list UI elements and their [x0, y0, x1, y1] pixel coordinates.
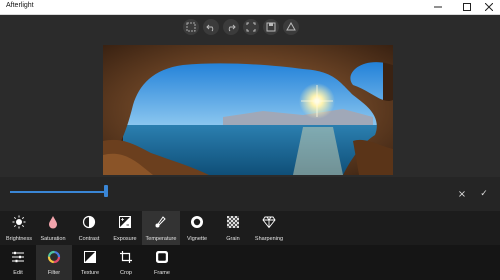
sliders-icon	[12, 251, 24, 263]
tool-label: Brightness	[6, 236, 32, 242]
tool-vignette[interactable]: Vignette	[178, 211, 216, 245]
minimize-button[interactable]	[427, 0, 449, 14]
apply-button[interactable]: ✓	[476, 186, 492, 202]
texture-icon	[84, 251, 96, 263]
category-crop[interactable]: Crop	[108, 245, 144, 280]
sun-icon	[12, 215, 26, 229]
save-button[interactable]	[263, 19, 279, 35]
tool-label: Grain	[226, 236, 240, 242]
maximize-icon	[463, 3, 471, 11]
close-icon	[485, 3, 493, 11]
tool-grain[interactable]: Grain	[214, 211, 252, 245]
category-label: Texture	[80, 270, 100, 276]
fullscreen-icon	[246, 22, 256, 32]
tool-contrast[interactable]: Contrast	[70, 211, 108, 245]
slider-track[interactable]	[10, 191, 106, 193]
cancel-button[interactable]: ×	[454, 186, 470, 202]
tool-label: Exposure	[113, 236, 137, 242]
undo-icon	[206, 24, 214, 32]
category-texture[interactable]: Texture	[72, 245, 108, 280]
category-filter[interactable]: Filter	[36, 245, 72, 280]
close-button[interactable]	[478, 0, 500, 14]
tool-brightness[interactable]: Brightness	[0, 211, 38, 245]
frame-toggle-icon	[186, 22, 196, 32]
tool-label: Temperature	[145, 236, 177, 242]
minimize-icon	[434, 6, 442, 8]
grain-icon	[227, 216, 239, 228]
slider-thumb[interactable]	[104, 185, 108, 197]
filter-ring-icon	[47, 250, 61, 264]
tool-label: Vignette	[186, 236, 208, 242]
category-frame[interactable]: Frame	[144, 245, 180, 280]
editor-canvas: × ✓	[0, 15, 500, 211]
tool-saturation[interactable]: Saturation	[34, 211, 72, 245]
category-edit[interactable]: Edit	[0, 245, 36, 280]
vignette-icon	[191, 216, 203, 228]
app-title: Afterlight	[6, 2, 34, 9]
crop-icon	[120, 251, 132, 263]
cancel-icon: ×	[457, 188, 467, 200]
drop-icon	[49, 216, 57, 229]
frame-toggle-button[interactable]	[183, 19, 199, 35]
frame-icon	[156, 251, 168, 263]
adjustment-tools: Brightness Saturation Contrast Exposure …	[0, 211, 500, 245]
diamond-icon	[262, 216, 276, 229]
exposure-icon	[119, 216, 131, 228]
photo-image	[103, 45, 393, 175]
top-toolbar	[183, 19, 299, 35]
contrast-icon	[82, 215, 96, 229]
tool-exposure[interactable]: Exposure	[106, 211, 144, 245]
redo-icon	[228, 24, 236, 32]
thermometer-icon	[155, 216, 166, 228]
photo-preview[interactable]	[103, 45, 393, 175]
category-label: Frame	[154, 270, 170, 276]
category-label: Filter	[47, 270, 61, 276]
title-bar: Afterlight	[0, 0, 500, 15]
category-bar: Edit Filter Texture Crop Frame	[0, 245, 500, 280]
tool-label: Sharpening	[254, 236, 284, 242]
undo-button[interactable]	[203, 19, 219, 35]
tool-label: Contrast	[78, 236, 100, 242]
category-label: Edit	[13, 270, 23, 276]
tool-label: Saturation	[40, 236, 66, 242]
save-icon	[266, 22, 276, 32]
category-label: Crop	[120, 270, 132, 276]
redo-button[interactable]	[223, 19, 239, 35]
fullscreen-button[interactable]	[243, 19, 259, 35]
tool-sharpening[interactable]: Sharpening	[250, 211, 288, 245]
share-icon	[286, 22, 296, 31]
share-button[interactable]	[283, 19, 299, 35]
adjustment-slider-row: × ✓	[0, 177, 500, 211]
maximize-button[interactable]	[456, 0, 478, 14]
tool-temperature[interactable]: Temperature	[142, 211, 180, 245]
apply-icon: ✓	[480, 189, 488, 199]
